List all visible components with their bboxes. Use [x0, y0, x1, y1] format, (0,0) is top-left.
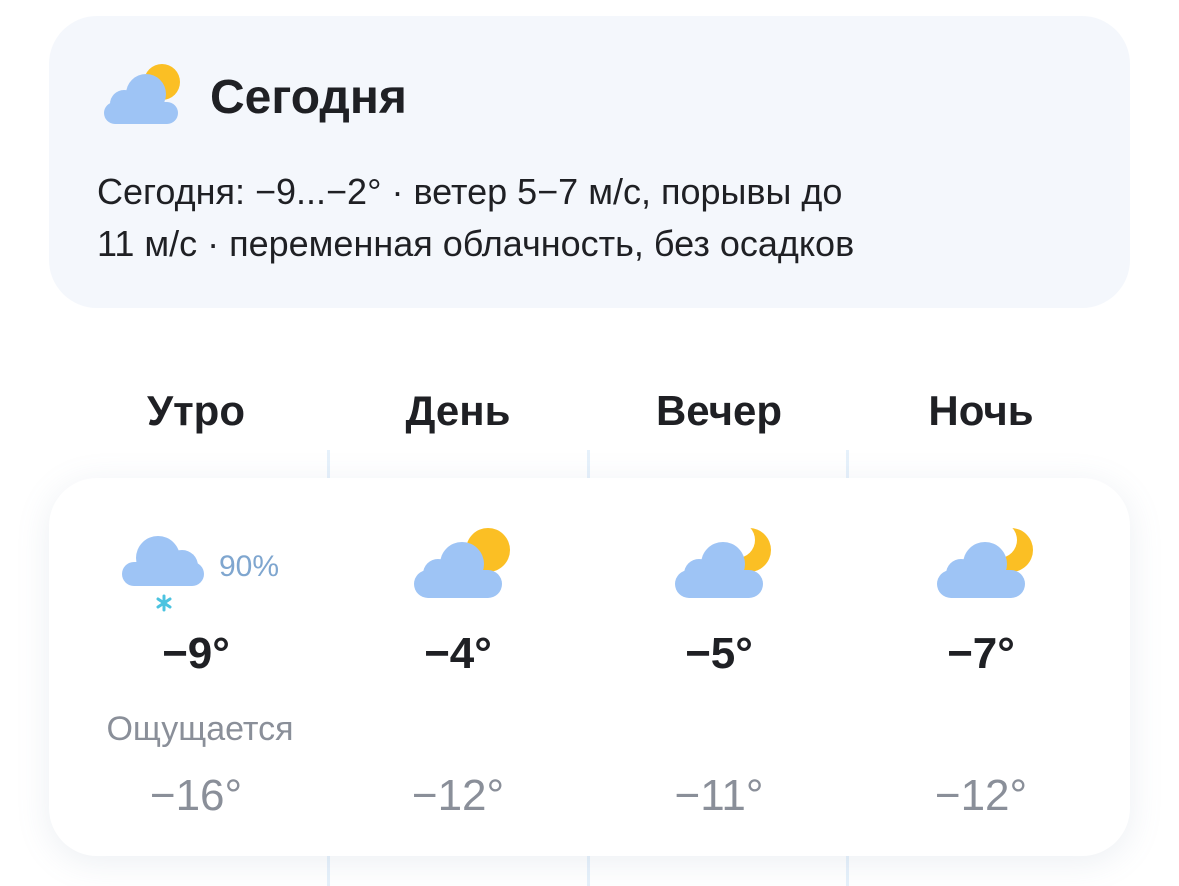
temperature-night: −7° [947, 629, 1015, 678]
summary-line-2: 11 м/с · переменная облачность, без осад… [97, 223, 855, 264]
cloud-snow-icon [122, 536, 204, 612]
period-title-day: День [405, 387, 511, 434]
feels-like-day: −12° [411, 771, 505, 820]
period-title-evening: Вечер [655, 387, 783, 434]
feels-like-night: −12° [934, 771, 1028, 820]
feels-like-evening: −11° [674, 771, 764, 820]
feels-like-morning: −16° [149, 771, 243, 820]
partly-cloudy-day-icon [414, 528, 510, 598]
precipitation-probability: 90% [219, 550, 280, 583]
summary-line-1: Сегодня: −9...−2° · ветер 5−7 м/с, порыв… [97, 171, 843, 212]
period-title-night: Ночь [928, 387, 1034, 434]
feels-like-label: Ощущается [106, 710, 294, 748]
temperature-morning: −9° [162, 629, 230, 678]
period-title-morning: Утро [146, 387, 245, 434]
partly-cloudy-day-icon [104, 64, 180, 124]
summary-title: Сегодня [210, 71, 407, 124]
summary-description: Сегодня: −9...−2° · ветер 5−7 м/с, порыв… [97, 166, 1057, 270]
partly-cloudy-night-icon [675, 522, 771, 598]
temperature-day: −4° [424, 629, 492, 678]
partly-cloudy-night-icon [937, 522, 1033, 598]
temperature-evening: −5° [685, 629, 753, 678]
